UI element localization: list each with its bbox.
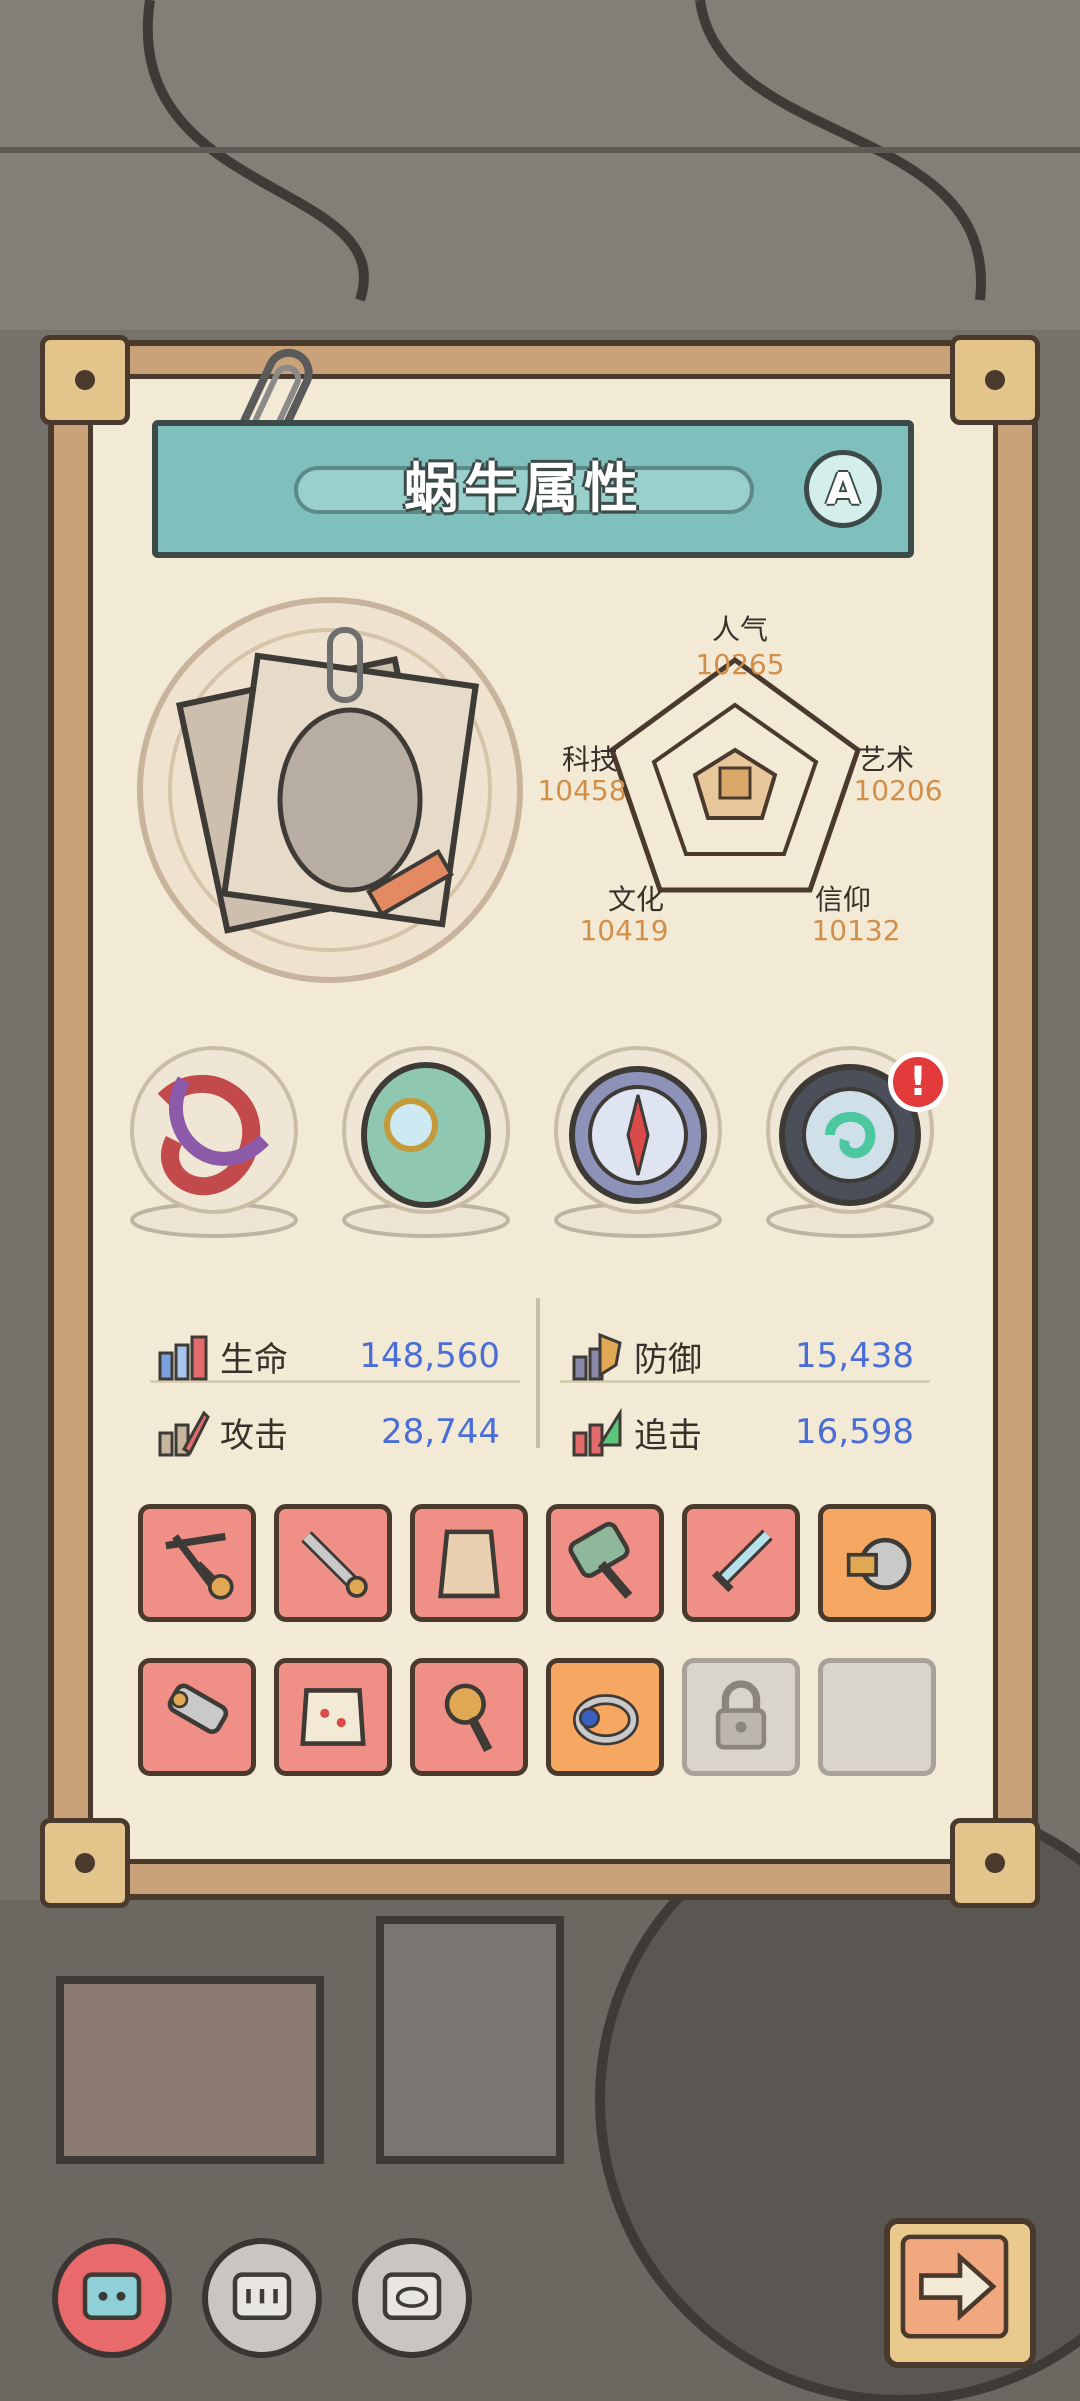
next-button[interactable] xyxy=(884,2218,1036,2368)
radar-label-popularity: 人气 xyxy=(711,613,768,646)
hammer-icon xyxy=(568,1521,633,1599)
panel-corner-bracket xyxy=(40,335,130,425)
radar-value-popularity: 10265 xyxy=(695,648,785,681)
equip-slot-scepter[interactable] xyxy=(410,1658,528,1776)
equip-slot-locked[interactable] xyxy=(682,1658,800,1776)
tab-brain-chip[interactable] xyxy=(352,2238,472,2358)
vest-icon xyxy=(300,1688,366,1746)
radar-label-art: 艺术 xyxy=(857,743,914,776)
artifact-thorn-tentacle[interactable] xyxy=(124,1040,304,1240)
stat-defense: 防御 15,438 xyxy=(570,1326,914,1386)
defense-icon xyxy=(572,1332,622,1381)
radar-value-faith: 10132 xyxy=(811,914,901,947)
stat-attack: 攻击 28,744 xyxy=(156,1402,500,1462)
lock-icon xyxy=(715,1680,767,1750)
equip-slot-sword[interactable] xyxy=(682,1504,800,1622)
equip-slot-empty[interactable] xyxy=(818,1658,936,1776)
snail-portrait[interactable] xyxy=(130,590,530,990)
attack-icon xyxy=(158,1410,210,1457)
stat-label: 生命 xyxy=(220,1339,288,1380)
snail-chip-icon xyxy=(82,2272,142,2321)
blaster-icon xyxy=(167,1683,229,1734)
artifact-jade-stone[interactable] xyxy=(336,1040,516,1240)
equip-slot-crossbow[interactable] xyxy=(138,1504,256,1622)
dagger-icon xyxy=(301,1531,368,1598)
tab-chip[interactable] xyxy=(202,2238,322,2358)
sword-icon xyxy=(711,1529,773,1593)
radar-value-art: 10206 xyxy=(853,774,943,807)
equip-slot-dagger[interactable] xyxy=(274,1504,392,1622)
tab-snail-chip[interactable] xyxy=(52,2238,172,2358)
stat-label: 防御 xyxy=(634,1339,702,1380)
equip-slot-hammer[interactable] xyxy=(546,1504,664,1622)
panel-title-bar: 蜗牛属性 A xyxy=(152,420,914,558)
stat-label: 攻击 xyxy=(220,1415,288,1456)
wrist-gear-icon xyxy=(846,1537,912,1590)
health-icon xyxy=(158,1335,208,1381)
artifact-compass[interactable] xyxy=(548,1040,728,1240)
radar-label-faith: 信仰 xyxy=(814,883,871,916)
arrow-right-icon xyxy=(900,2234,1009,2339)
radar-value-culture: 10419 xyxy=(579,914,669,947)
equip-slot-blaster[interactable] xyxy=(138,1658,256,1776)
stat-label: 追击 xyxy=(634,1415,702,1456)
grade-badge[interactable]: A xyxy=(804,450,882,528)
artifact-alert-badge: ! xyxy=(888,1052,948,1112)
stat-value: 148,560 xyxy=(359,1336,500,1376)
equip-slot-ring[interactable] xyxy=(546,1658,664,1776)
panel-corner-bracket xyxy=(950,1818,1040,1908)
radar-label-tech: 科技 xyxy=(561,743,618,776)
panel-corner-bracket xyxy=(950,335,1040,425)
stats-divider xyxy=(536,1298,540,1448)
radar-label-culture: 文化 xyxy=(607,883,664,916)
stat-value: 16,598 xyxy=(795,1412,914,1452)
stat-health: 生命 148,560 xyxy=(156,1326,500,1386)
crossbow-icon xyxy=(165,1532,234,1600)
equip-slot-vest[interactable] xyxy=(274,1658,392,1776)
radar-value-tech: 10458 xyxy=(537,774,627,807)
brain-chip-icon xyxy=(382,2272,442,2321)
equip-slot-wrist-gear[interactable] xyxy=(818,1504,936,1622)
page-title: 蜗牛属性 xyxy=(404,457,644,520)
chip-icon xyxy=(232,2272,292,2321)
scepter-icon xyxy=(444,1683,493,1753)
stat-pursuit: 追击 16,598 xyxy=(570,1402,914,1462)
pursuit-icon xyxy=(572,1407,622,1457)
coat-icon xyxy=(438,1529,500,1599)
panel-corner-bracket xyxy=(40,1818,130,1908)
ring-icon xyxy=(572,1694,639,1746)
attribute-radar-chart xyxy=(600,650,870,900)
equip-slot-coat[interactable] xyxy=(410,1504,528,1622)
stat-value: 28,744 xyxy=(381,1412,500,1452)
stat-value: 15,438 xyxy=(795,1336,914,1376)
